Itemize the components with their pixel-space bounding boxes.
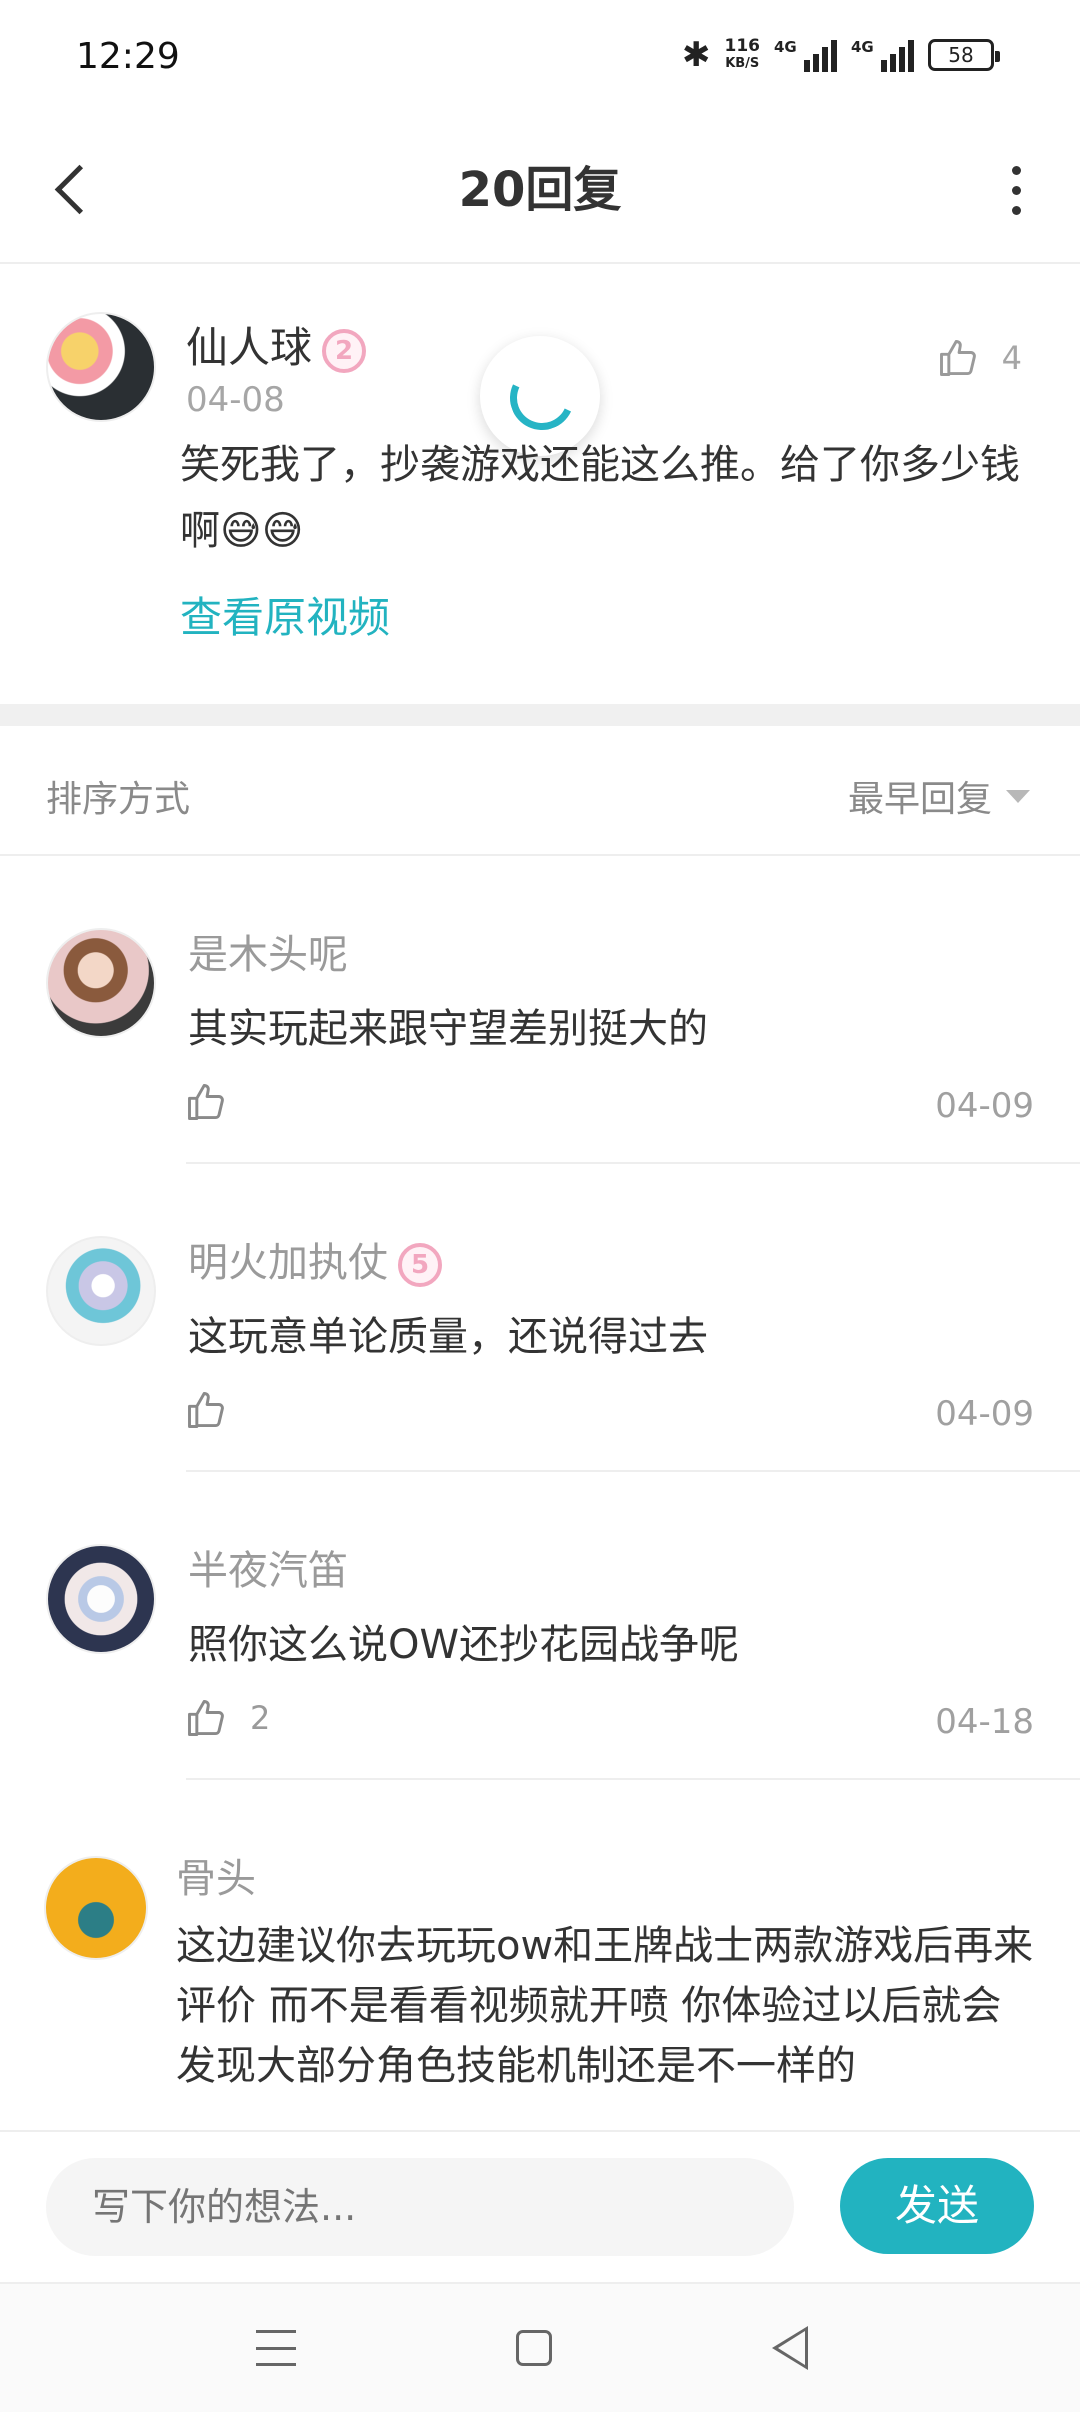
- avatar[interactable]: [46, 1544, 156, 1654]
- reply-username[interactable]: 是木头呢: [188, 922, 348, 980]
- main-comment-date: 04-08: [186, 380, 285, 420]
- reply-like-button[interactable]: [184, 1080, 250, 1124]
- reply-text: 其实玩起来跟守望差别挺大的: [188, 1006, 708, 1052]
- level-badge-icon: 2: [322, 328, 367, 373]
- reply-item: 骨头 这边建议你去玩玩ow和王牌战士两款游戏后再来评价 而不是看看视频就开喷 你…: [0, 1780, 1080, 2130]
- sort-selected-value: 最早回复: [847, 779, 992, 820]
- reply-username[interactable]: 半夜汽笛: [188, 1538, 348, 1596]
- reply-date: 04-09: [935, 1394, 1034, 1434]
- comment-input[interactable]: [46, 2158, 794, 2256]
- signal-4g-1-icon: 4G: [774, 38, 837, 72]
- reply-item: 是木头呢 其实玩起来跟守望差别挺大的 04-09: [0, 856, 1080, 1164]
- sort-label: 排序方式: [46, 779, 191, 820]
- send-button[interactable]: 发送: [840, 2158, 1034, 2254]
- comment-input-bar: 发送: [0, 2130, 1080, 2282]
- reply-text: 照你这么说OW还抄花园战争呢: [188, 1622, 740, 1668]
- thumb-up-icon: [188, 1392, 224, 1428]
- main-comment-like-count: 4: [1001, 339, 1022, 377]
- bluetooth-icon: ✱: [682, 35, 711, 75]
- nav-back-icon[interactable]: [772, 2326, 808, 2370]
- main-comment-text: 笑死我了，抄袭游戏还能这么推。给了你多少钱啊😅😅: [180, 442, 1020, 554]
- reply-text: 这边建议你去玩玩ow和王牌战士两款游戏后再来评价 而不是看看视频就开喷 你体验过…: [176, 1923, 1034, 2089]
- thumb-up-icon: [939, 340, 976, 376]
- reply-like-button[interactable]: [184, 1388, 250, 1432]
- level-badge-icon: 5: [398, 1243, 442, 1287]
- net-speed: 116 KB/S: [724, 36, 761, 72]
- more-vertical-icon[interactable]: [996, 158, 1036, 222]
- reply-item: 明火加执仗 5 这玩意单论质量，还说得过去 04-09: [0, 1164, 1080, 1472]
- system-navigation-bar: [0, 2282, 1080, 2412]
- nav-home-icon[interactable]: [516, 2330, 552, 2366]
- avatar[interactable]: [46, 312, 156, 422]
- section-divider: [0, 704, 1080, 726]
- view-original-video-link[interactable]: 查看原视频: [180, 584, 390, 645]
- sort-dropdown[interactable]: 最早回复: [848, 770, 1030, 822]
- nav-menu-icon[interactable]: [256, 2330, 296, 2366]
- main-comment-username[interactable]: 仙人球 2: [186, 314, 367, 375]
- reply-date: 04-09: [935, 1086, 1034, 1126]
- avatar[interactable]: [46, 928, 156, 1038]
- signal-4g-2-icon: 4G: [851, 38, 914, 72]
- status-icons: ✱ 116 KB/S 4G 4G 58: [682, 35, 1000, 75]
- reply-like-button[interactable]: 2: [184, 1696, 270, 1740]
- status-time: 12:29: [76, 36, 180, 77]
- reply-username[interactable]: 骨头: [176, 1846, 256, 1904]
- avatar[interactable]: [44, 1856, 148, 1960]
- main-comment: 仙人球 2 04-08 4 笑死我了，抄袭游戏还能这么推。给了你多少钱啊😅😅 查看…: [0, 266, 1080, 704]
- top-app-bar: 20回复: [0, 120, 1080, 264]
- status-bar: 12:29 ✱ 116 KB/S 4G 4G 58: [0, 0, 1080, 120]
- reply-like-count: 2: [250, 1699, 271, 1737]
- reply-item: 半夜汽笛 照你这么说OW还抄花园战争呢 2 04-18: [0, 1472, 1080, 1780]
- reply-username[interactable]: 明火加执仗 5: [188, 1230, 442, 1288]
- sort-row: 排序方式 最早回复: [0, 726, 1080, 856]
- caret-down-icon: [1006, 789, 1030, 803]
- battery-level: 58: [948, 43, 974, 67]
- thumb-up-icon: [188, 1084, 224, 1120]
- thumb-up-icon: [188, 1700, 224, 1736]
- reply-date: 04-18: [935, 1702, 1034, 1742]
- main-comment-like-button[interactable]: 4: [936, 336, 1022, 380]
- avatar[interactable]: [46, 1236, 156, 1346]
- battery-icon: 58: [928, 39, 1000, 71]
- reply-text: 这玩意单论质量，还说得过去: [188, 1314, 708, 1360]
- page-title: 20回复: [458, 162, 622, 218]
